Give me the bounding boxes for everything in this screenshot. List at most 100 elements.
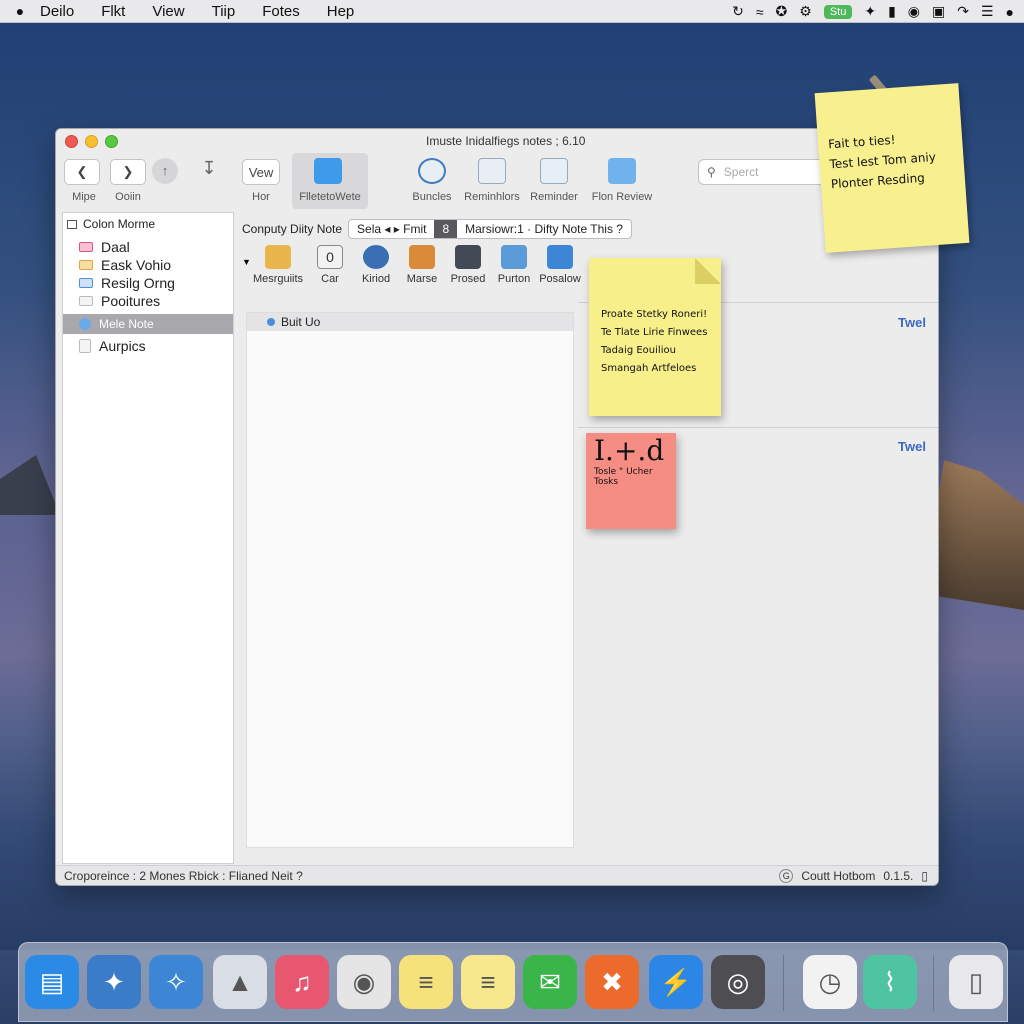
bluetooth-icon[interactable]: ✦: [864, 3, 876, 20]
review-folder-icon[interactable]: [608, 158, 636, 184]
messages-icon[interactable]: ✉: [523, 955, 577, 1009]
chrome-icon[interactable]: ◉: [337, 955, 391, 1009]
zoom-button[interactable]: [105, 135, 118, 148]
minimize-button[interactable]: [85, 135, 98, 148]
twel-label-2[interactable]: Twel: [898, 439, 926, 454]
segment-marsiowr[interactable]: Marsiowr:1 · Difty Note This ?: [457, 220, 631, 238]
icon-mesrguiits[interactable]: Mesrguiits: [250, 245, 306, 285]
menu-item-flkt[interactable]: Flkt: [101, 3, 125, 20]
sticky-text: Proate Stetky Roneri!: [601, 309, 708, 320]
camera-icon[interactable]: ◎: [711, 955, 765, 1009]
search-placeholder: Sperct: [723, 165, 759, 179]
icon-label: Car: [321, 273, 339, 285]
menu-item-hep[interactable]: Hep: [327, 3, 355, 20]
stickies-icon[interactable]: ≡: [461, 955, 515, 1009]
segmented-control: Sela ◂ ▸ Fmit 8 Marsiowr:1 · Difty Note …: [348, 219, 632, 239]
menu-bar: ● Deilo Flkt View Tiip Fotes Hep ↻ ≈ ✪ ⚙…: [0, 0, 1024, 23]
trash-icon[interactable]: ▯: [949, 955, 1003, 1009]
lock-icon[interactable]: ▯: [921, 869, 928, 883]
music-icon[interactable]: ♫: [275, 955, 329, 1009]
forward-button[interactable]: ❯: [110, 159, 146, 185]
wifi-icon[interactable]: ≈: [756, 4, 764, 20]
apple-icon[interactable]: ●: [0, 3, 40, 19]
compass-icon[interactable]: ✧: [149, 955, 203, 1009]
sticky-text: Tosks: [594, 477, 619, 487]
sticky-note-3[interactable]: I.+.d Tosle " Ucher Tosks: [586, 433, 676, 529]
close-button[interactable]: [65, 135, 78, 148]
sidebar-item-aurpics[interactable]: Aurpics: [63, 336, 233, 356]
icon-label: Prosed: [450, 273, 486, 285]
note-yellow-icon: [79, 260, 93, 270]
status-area: ↻ ≈ ✪ ⚙ Stu ✦ ▮ ◉ ▣ ↷ ☰ ●: [732, 0, 1014, 23]
airplay-icon[interactable]: ▣: [932, 3, 945, 20]
user-icon[interactable]: ●: [1006, 4, 1014, 20]
sticky-text: Te Tlate Lirie Finwees: [601, 327, 708, 338]
counter-icon: 0: [317, 245, 343, 269]
download-icon[interactable]: ↧: [196, 158, 222, 179]
folder-icon: [265, 245, 291, 269]
list-item-label: Buit Uo: [281, 315, 321, 329]
satellite-icon[interactable]: ✪: [776, 3, 788, 20]
chevron-right-icon: ❯: [122, 164, 134, 179]
search-input[interactable]: ⚲ Sperct: [698, 159, 830, 185]
sticky-note-1[interactable]: Fait to ties! Test lest Tom aniy Plonter…: [814, 83, 970, 253]
battery-icon[interactable]: ▮: [888, 3, 896, 20]
view-button[interactable]: Vew: [242, 159, 280, 185]
sticky-heading: I.+.d: [594, 434, 665, 467]
sticky-note-2[interactable]: Proate Stetky Roneri! Te Tlate Lirie Fin…: [589, 258, 721, 416]
icon-posalow[interactable]: Posalow: [532, 245, 588, 285]
list-icon[interactable]: ☰: [981, 3, 994, 20]
gear-icon[interactable]: ⚙: [799, 3, 812, 20]
note-pink-icon: [79, 242, 93, 252]
status-badge[interactable]: Stu: [823, 4, 853, 19]
menu-item-deilo[interactable]: Deilo: [40, 3, 74, 20]
note-blue-icon: [79, 278, 93, 288]
reminders-icon[interactable]: [478, 158, 506, 184]
notes-icon[interactable]: ≡: [399, 955, 453, 1009]
icon-label: Marse: [406, 273, 438, 285]
reminder-label: Reminder: [530, 191, 578, 203]
tools-icon[interactable]: ✖: [585, 955, 639, 1009]
box-icon: [455, 245, 481, 269]
clock-icon[interactable]: ◷: [803, 955, 857, 1009]
safari-icon[interactable]: ✦: [87, 955, 141, 1009]
sidebar: Colon Morme Daal Eask Vohio Resilg Orng …: [62, 212, 234, 864]
folder-icon: [67, 219, 77, 229]
finder-icon[interactable]: ▤: [25, 955, 79, 1009]
sidebar-item-label: Aurpics: [99, 338, 146, 354]
sidebar-item-pooitures[interactable]: Pooitures: [63, 291, 233, 311]
sidebar-item-daal[interactable]: Daal: [63, 237, 233, 257]
sidebar-item-mele-note[interactable]: Mele Note: [63, 314, 233, 334]
segment-count[interactable]: 8: [434, 220, 458, 238]
twel-label-1[interactable]: Twel: [898, 315, 926, 330]
sidebar-item-eask-vohio[interactable]: Eask Vohio: [63, 255, 233, 275]
sidebar-item-resilg-orng[interactable]: Resilg Orng: [63, 273, 233, 293]
settings-icon[interactable]: ◉: [908, 3, 920, 20]
messenger-icon[interactable]: ⚡: [649, 955, 703, 1009]
photos-icon: [409, 245, 435, 269]
reminder-icon[interactable]: [540, 158, 568, 184]
icon-label: Purton: [497, 273, 531, 285]
sidebar-header: Colon Morme: [67, 217, 155, 231]
dnd-icon[interactable]: ↷: [957, 3, 969, 20]
sync-icon[interactable]: ↻: [732, 3, 744, 20]
menu-item-tiip[interactable]: Tiip: [212, 3, 236, 20]
segment-sela[interactable]: Sela ◂ ▸ Fmit: [349, 220, 434, 238]
chevron-left-icon: ❮: [76, 164, 88, 179]
upload-icon: [547, 245, 573, 269]
breadcrumb: Conputy Diity Note: [242, 222, 343, 236]
list-item[interactable]: Buit Uo: [247, 313, 573, 331]
menu-item-fotes[interactable]: Fotes: [262, 3, 300, 20]
bundles-icon[interactable]: [418, 158, 446, 184]
format-icon-row: ▼ Mesrguiits 0 Car Kiriod Marse Prosed P…: [242, 245, 582, 295]
status-bar: Croporeince : 2 Mones Rbick : Flianed Ne…: [56, 865, 938, 885]
share-icon[interactable]: ↑: [152, 158, 178, 184]
sidebar-title: Colon Morme: [83, 217, 156, 231]
search-icon: ⚲: [707, 165, 716, 179]
reminders-label: Reminhlors: [464, 191, 520, 203]
back-button[interactable]: ❮: [64, 159, 100, 185]
menu-item-view[interactable]: View: [152, 3, 184, 20]
info-icon[interactable]: G: [779, 869, 794, 883]
drive-icon[interactable]: ▲: [213, 955, 267, 1009]
preview-icon[interactable]: ⌇: [863, 955, 917, 1009]
